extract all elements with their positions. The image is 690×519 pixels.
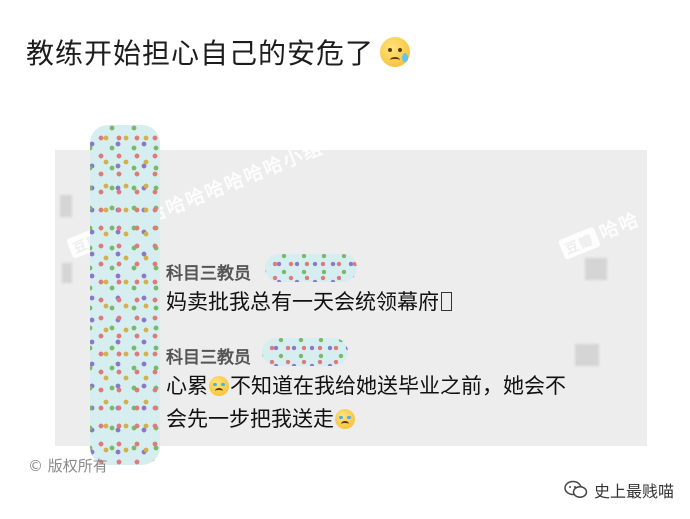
censor-mosaic-avatar xyxy=(90,125,160,465)
blurred-region xyxy=(575,344,599,366)
copyright-notice: © 版权所有 xyxy=(28,457,108,475)
crying-face-icon xyxy=(209,376,229,396)
wechat-icon xyxy=(564,480,588,498)
crying-face-icon xyxy=(335,409,355,429)
post-title-text: 教练开始担心自己的安危了 xyxy=(26,37,375,70)
brand-name: 史上最贱喵 xyxy=(593,482,674,501)
message-text: 心累 不知道在我给她送毕业之前，她会不 会先一步把我送走 xyxy=(166,370,636,436)
post-title: 教练开始担心自己的安危了 xyxy=(26,32,411,72)
account-brand[interactable]: 史上最贱喵 xyxy=(564,478,674,502)
message-body-part2: 不知道在我给她送毕业之前，她会不 xyxy=(230,374,566,398)
message-body-line2: 会先一步把我送走 xyxy=(166,407,334,431)
message-body-part1: 心累 xyxy=(166,374,208,398)
blurred-region xyxy=(60,195,72,217)
blurred-region xyxy=(62,263,72,283)
message-text: 妈卖批我总有一天会统领幕府 xyxy=(166,286,452,319)
crying-face-icon xyxy=(380,37,411,67)
censor-mosaic-name xyxy=(265,254,357,282)
message-sender: 科目三教员 xyxy=(166,348,251,368)
missing-glyph-icon xyxy=(441,292,452,311)
message-body: 妈卖批我总有一天会统领幕府 xyxy=(166,290,439,314)
blurred-region xyxy=(585,258,607,280)
post-page: 教练开始担心自己的安危了 豆瓣哈哈哈哈哈哈哈哈哈小组 豆瓣哈哈 科目三教员 妈卖… xyxy=(0,0,690,519)
message-sender: 科目三教员 xyxy=(166,264,251,284)
censor-mosaic-name xyxy=(262,338,348,366)
